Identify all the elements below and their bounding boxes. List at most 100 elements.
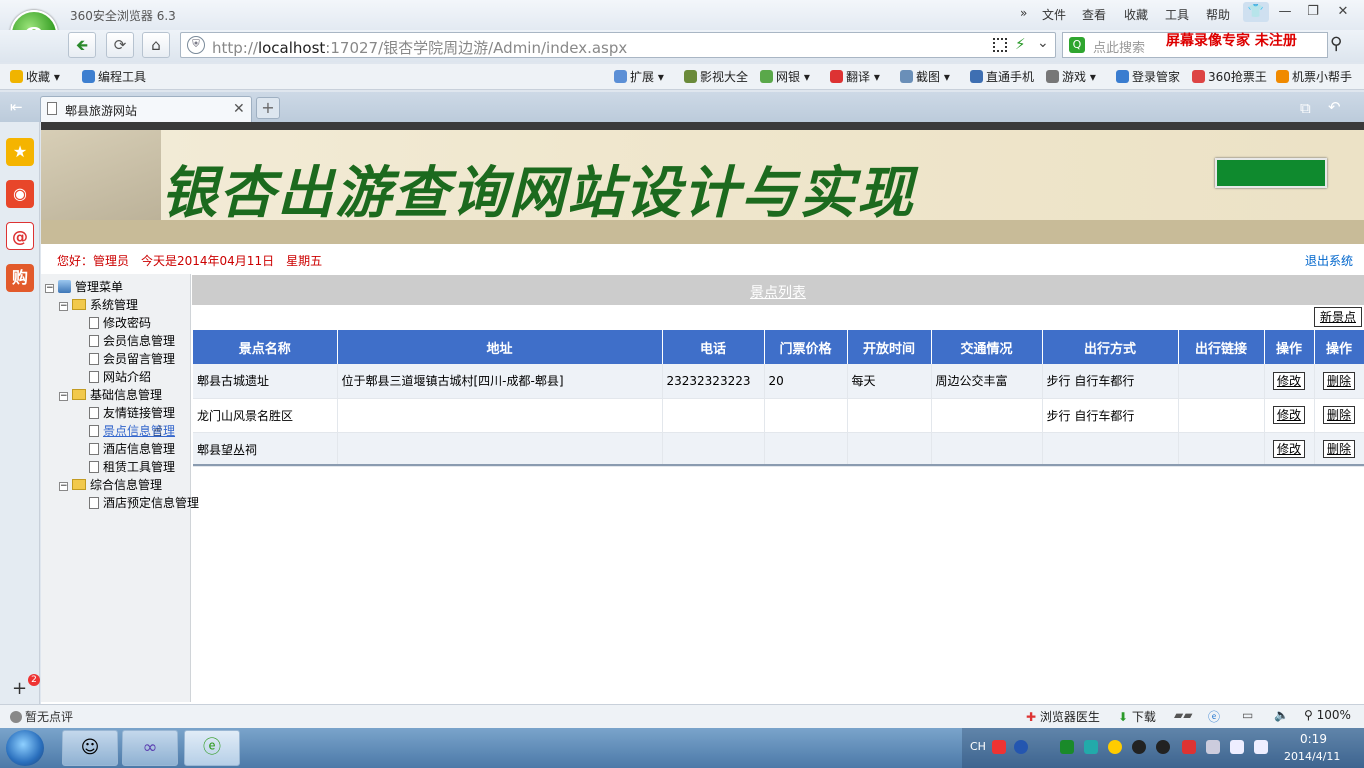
speed-bolt-icon[interactable]: ⚡ — [1015, 35, 1026, 53]
column-header: 操作 — [1264, 330, 1315, 364]
folder-icon — [72, 299, 86, 310]
delete-button[interactable]: 删除 — [1322, 406, 1355, 424]
address-url[interactable]: http://localhost:17027/银杏学院周边游/Admin/ind… — [212, 37, 627, 58]
menu-help[interactable]: 帮助 — [1206, 6, 1230, 23]
delete-button[interactable]: 删除 — [1322, 371, 1355, 390]
toolbar-video[interactable]: 影视大全 — [684, 68, 748, 85]
weibo-icon[interactable]: ◉ — [6, 180, 34, 208]
tray-help-icon[interactable] — [1014, 740, 1028, 754]
column-header: 出行链接 — [1178, 330, 1265, 364]
tree-root[interactable]: − 管理菜单 — [45, 278, 123, 295]
toolbar-games[interactable]: 游戏 ▾ — [1046, 68, 1096, 85]
tree-group-system[interactable]: − 系统管理 — [59, 296, 138, 313]
list-title[interactable]: 景点列表 — [192, 282, 1364, 302]
status-network-icon[interactable]: ▰▰ — [1174, 708, 1192, 722]
menu-file[interactable]: 文件 — [1042, 6, 1066, 23]
status-browser-doctor[interactable]: ✚ 浏览器医生 — [1026, 708, 1100, 725]
tray-green-icon[interactable] — [1060, 740, 1074, 754]
tab-active[interactable]: 郫县旅游网站 ✕ — [40, 96, 252, 122]
bookmark-favorites[interactable]: 收藏 ▾ — [10, 68, 60, 85]
address-bar[interactable]: ⛨ http://localhost:17027/银杏学院周边游/Admin/i… — [180, 32, 1056, 58]
document-icon — [89, 425, 99, 437]
status-rating[interactable]: 暂无点评 — [10, 708, 73, 725]
status-zoom[interactable]: ⚲ 100% — [1304, 708, 1351, 722]
refresh-icon[interactable]: ⟳ — [106, 32, 134, 58]
tree-item-member-info[interactable]: 会员信息管理 — [89, 332, 175, 349]
status-volume-icon[interactable]: 🔈 — [1274, 708, 1289, 722]
search-icon[interactable]: ⚲ — [1330, 34, 1342, 54]
toolbar-login-manager[interactable]: 登录管家 — [1116, 68, 1180, 85]
clock-time[interactable]: 0:19 — [1300, 732, 1327, 746]
toolbar-flight[interactable]: 机票小帮手 — [1276, 68, 1352, 85]
taskbar-360-browser-icon[interactable]: ⓔ — [184, 730, 240, 766]
menu-favorites[interactable]: 收藏 — [1124, 6, 1148, 23]
undo-close-icon[interactable]: ↶ — [1328, 98, 1341, 116]
menu-tools[interactable]: 工具 — [1165, 6, 1189, 23]
banner-roof-edge — [41, 122, 1364, 130]
start-button-icon[interactable] — [6, 730, 44, 766]
tray-360-icon[interactable] — [1108, 740, 1122, 754]
tree-item-hotel-bookings[interactable]: 酒店预定信息管理 — [89, 494, 199, 511]
search-input[interactable]: 点此搜索 — [1093, 37, 1145, 56]
menu-view[interactable]: 查看 — [1082, 6, 1106, 23]
edit-button[interactable]: 修改 — [1272, 440, 1305, 458]
tray-sogou-icon[interactable] — [992, 740, 1006, 754]
tree-group-basic-info[interactable]: − 基础信息管理 — [59, 386, 162, 403]
tray-flag-icon[interactable] — [1182, 740, 1196, 754]
back-icon[interactable]: 🡸 — [68, 32, 96, 58]
tree-item-site-intro[interactable]: 网站介绍 — [89, 368, 151, 385]
tab-close-icon[interactable]: ✕ — [233, 101, 245, 117]
tree-group-comprehensive[interactable]: − 综合信息管理 — [59, 476, 162, 493]
edit-button[interactable]: 修改 — [1272, 406, 1305, 424]
toolbar-extensions[interactable]: 扩展 ▾ — [614, 68, 664, 85]
tray-signal-icon[interactable] — [1230, 740, 1244, 754]
home-icon[interactable]: ⌂ — [142, 32, 170, 58]
taskbar-app-avatar-icon[interactable]: ☺ — [62, 730, 118, 766]
toolbar-screenshot[interactable]: 截图 ▾ — [900, 68, 950, 85]
tree-item-rental-tools[interactable]: 租赁工具管理 — [89, 458, 175, 475]
add-scenic-spot-button[interactable]: 新景点 — [1314, 307, 1362, 327]
skin-icon[interactable]: 👕 — [1243, 2, 1269, 22]
qr-code-icon[interactable] — [993, 38, 1007, 52]
tray-qq-icon[interactable] — [1132, 740, 1146, 754]
search-engine-icon[interactable]: Q — [1069, 37, 1085, 53]
toolbar-phone[interactable]: 直通手机 — [970, 68, 1034, 85]
security-shield-icon[interactable]: ⛨ — [187, 36, 205, 54]
menu-overflow-icon[interactable]: » — [1020, 6, 1027, 20]
favorites-star-icon[interactable]: ★ — [6, 138, 34, 166]
clock-date[interactable]: 2014/4/11 — [1284, 750, 1340, 763]
tab-list-icon[interactable]: ⧉ — [1300, 99, 1311, 117]
toolbar-translate[interactable]: 翻译 ▾ — [830, 68, 880, 85]
tree-item-change-password[interactable]: 修改密码 — [89, 314, 151, 331]
sidebar-add-icon[interactable]: + — [12, 678, 27, 699]
mail-icon[interactable]: @ — [6, 222, 34, 250]
ime-indicator[interactable]: CH — [970, 740, 986, 753]
minimize-icon[interactable]: — — [1272, 2, 1298, 22]
dropdown-chevron-icon[interactable]: ⌄ — [1037, 35, 1049, 51]
welcome-text: 您好：管理员 今天是2014年04月11日 星期五 — [57, 254, 323, 268]
new-tab-button[interactable]: + — [256, 97, 280, 119]
bookmark-programming-tools[interactable]: 编程工具 — [82, 68, 146, 85]
tray-device-icon[interactable] — [1206, 740, 1220, 754]
cell-travel-link — [1178, 364, 1265, 399]
tray-network-icon[interactable] — [1084, 740, 1098, 754]
status-download[interactable]: ⬇ 下载 — [1118, 708, 1156, 725]
close-window-icon[interactable]: ✕ — [1330, 2, 1356, 22]
toolbar-ticket[interactable]: 360抢票王 — [1192, 68, 1267, 85]
cell-open-time — [847, 432, 932, 467]
restore-icon[interactable]: ❐ — [1300, 2, 1326, 22]
shopping-icon[interactable]: 购 — [6, 264, 34, 292]
edit-button[interactable]: 修改 — [1272, 371, 1305, 390]
status-ie-icon[interactable]: ⓔ — [1208, 708, 1220, 725]
delete-button[interactable]: 删除 — [1322, 440, 1355, 458]
tree-item-member-messages[interactable]: 会员留言管理 — [89, 350, 175, 367]
tree-item-friend-links[interactable]: 友情链接管理 — [89, 404, 175, 421]
logout-link[interactable]: 退出系统 — [1305, 252, 1353, 269]
tray-volume-icon[interactable] — [1254, 740, 1268, 754]
tray-qq-icon-2[interactable] — [1156, 740, 1170, 754]
tree-item-hotels[interactable]: 酒店信息管理 — [89, 440, 175, 457]
taskbar-visual-studio-icon[interactable]: ∞ — [122, 730, 178, 766]
toolbar-netbank[interactable]: 网银 ▾ — [760, 68, 810, 85]
status-window-icon[interactable]: ▭ — [1242, 708, 1253, 722]
sidebar-toggle-icon[interactable]: ⇤ — [10, 98, 23, 116]
